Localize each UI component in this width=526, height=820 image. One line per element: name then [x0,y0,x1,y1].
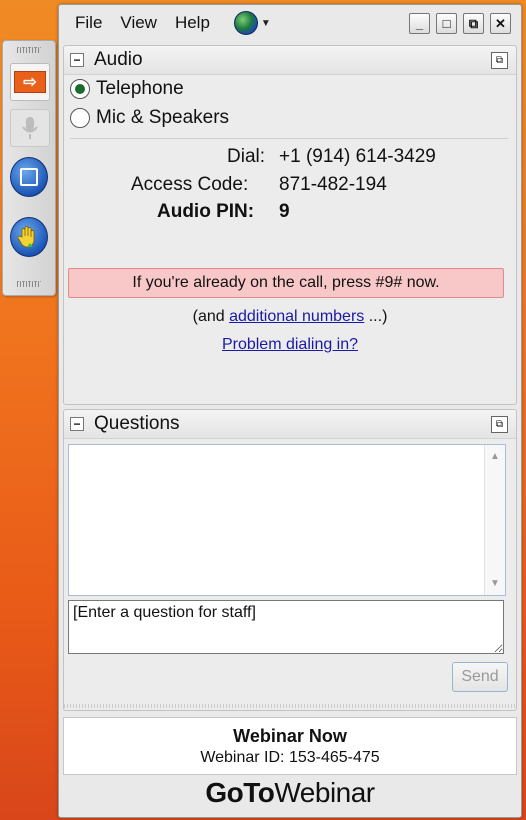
arrow-right-icon: ⇨ [14,71,46,93]
stop-square-icon [10,157,48,197]
microphone-button[interactable] [10,109,50,147]
scroll-down-icon[interactable]: ▼ [490,578,500,589]
minimize-icon[interactable]: _ [409,13,430,34]
audio-panel-header: − Audio ⧉ [64,46,516,75]
webinar-id: Webinar ID: 153-465-475 [200,749,380,766]
radio-button-checked[interactable] [70,79,90,99]
menu-bar: File View Help ▼ _ □ ⧉ ✕ [59,5,521,41]
show-panel-button[interactable]: ⇨ [10,63,50,101]
send-button[interactable]: Send [452,662,508,692]
questions-log[interactable]: ▲ ▼ [68,444,506,596]
gotowebinar-logo: GoToWebinar [59,777,521,809]
close-icon[interactable]: ✕ [490,13,511,34]
dial-label: Dial: [227,146,266,167]
audio-pin-label: Audio PIN: [157,201,255,222]
radio-telephone[interactable]: Telephone [70,78,184,100]
audio-pin-value: 9 [279,201,290,222]
radio-label: Telephone [96,78,184,99]
dial-value: +1 (914) 614-3429 [279,146,436,167]
restore-icon[interactable]: □ [436,13,457,34]
collapse-icon[interactable]: − [70,417,84,431]
menu-file[interactable]: File [73,11,104,35]
webinar-info: Webinar Now Webinar ID: 153-465-475 [63,717,517,775]
popout-icon[interactable]: ⧉ [491,52,508,69]
radio-button[interactable] [70,108,90,128]
radio-mic-speakers[interactable]: Mic & Speakers [70,107,229,129]
chevron-down-icon: ▼ [260,17,271,29]
globe-icon [233,11,258,35]
question-input[interactable]: [Enter a question for staff] [68,600,504,654]
menu-view[interactable]: View [118,11,159,35]
popout-icon[interactable]: ⧉ [463,13,484,34]
microphone-icon [22,117,38,139]
grip-icon[interactable] [17,47,41,53]
language-dropdown[interactable]: ▼ [233,11,271,35]
problem-dialing-line: Problem dialing in? [64,336,516,354]
access-code-label: Access Code: [131,174,249,195]
already-on-call-notice: If you're already on the call, press #9#… [68,268,504,298]
scroll-up-icon[interactable]: ▲ [490,451,500,462]
collapse-icon[interactable]: − [70,53,84,67]
webinar-name: Webinar Now [233,726,347,746]
audio-panel: − Audio ⧉ Telephone Mic & Speakers Dial:… [63,45,517,405]
questions-panel: − Questions ⧉ ▲ ▼ [Enter a question for … [63,409,517,711]
divider [70,138,508,139]
additional-suffix: ...) [364,308,388,325]
resize-grip[interactable] [64,704,516,708]
screen-button[interactable] [10,157,48,197]
main-window: File View Help ▼ _ □ ⧉ ✕ − Audio ⧉ Telep… [58,4,522,818]
raise-hand-button[interactable] [10,217,48,257]
logo-webinar: Webinar [274,777,375,808]
grip-icon[interactable] [17,281,41,287]
additional-prefix: (and [192,308,230,325]
panel-title: Questions [94,413,180,434]
scrollbar[interactable]: ▲ ▼ [484,445,505,595]
additional-numbers-link[interactable]: additional numbers [229,308,364,325]
questions-panel-header: − Questions ⧉ [64,410,516,439]
logo-goto: GoTo [205,777,275,808]
window-controls: _ □ ⧉ ✕ [409,13,511,34]
popout-icon[interactable]: ⧉ [491,416,508,433]
radio-label: Mic & Speakers [96,107,230,128]
control-strip: ⇨ [2,40,56,296]
problem-dialing-link[interactable]: Problem dialing in? [222,336,358,353]
panel-title: Audio [94,49,143,70]
menu-help[interactable]: Help [173,11,212,35]
additional-numbers-line: (and additional numbers ...) [64,308,516,326]
access-code-value: 871-482-194 [279,174,387,195]
raise-hand-icon [10,217,48,257]
